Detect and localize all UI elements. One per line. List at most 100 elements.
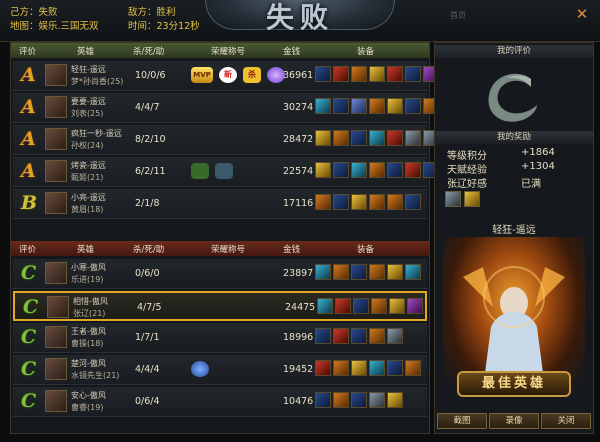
- equipment-item-icon[interactable]: [333, 130, 349, 146]
- equipment-item-icon[interactable]: [405, 130, 421, 146]
- kda-value: 4/7/5: [137, 302, 162, 313]
- equipment-item-icon[interactable]: [369, 194, 385, 210]
- equipment-item-icon[interactable]: [315, 328, 331, 344]
- result-emblem: 失败: [205, 0, 395, 34]
- equipment-item-icon[interactable]: [315, 264, 331, 280]
- equipment-item-icon[interactable]: [389, 298, 405, 314]
- close-icon[interactable]: ✕: [574, 6, 590, 22]
- equipment-item-icon[interactable]: [317, 298, 333, 314]
- reward-affinity: 张辽好感 已满: [447, 175, 541, 190]
- equipment-item-icon[interactable]: [387, 98, 403, 114]
- equipment-item-icon[interactable]: [405, 360, 421, 376]
- equipment-item-icon[interactable]: [387, 162, 403, 178]
- my-side-result: 己方：失败: [10, 7, 58, 18]
- equipment-item-icon[interactable]: [351, 162, 367, 178]
- equipment-item-icon[interactable]: [369, 66, 385, 82]
- equipment-item-icon[interactable]: [387, 66, 403, 82]
- player-row[interactable]: C 相惜-傲风 张辽(21) 4/7/5 24475: [13, 291, 427, 321]
- equipment-item-icon[interactable]: [387, 194, 403, 210]
- col-equip: 装备: [357, 245, 375, 255]
- equipment-item-icon[interactable]: [387, 328, 403, 344]
- equipment-item-icon[interactable]: [351, 130, 367, 146]
- equipment-item-icon[interactable]: [387, 360, 403, 376]
- honor-sha-icon[interactable]: 杀: [243, 67, 261, 83]
- equipment-item-icon[interactable]: [315, 66, 331, 82]
- gold-value: 22574: [283, 166, 314, 177]
- gold-value: 17116: [283, 198, 314, 209]
- reward-items: [445, 191, 480, 207]
- equipment-item-icon[interactable]: [315, 130, 331, 146]
- player-row[interactable]: B 小亮-遥远 黄眉(18) 2/1/8 17116: [13, 189, 427, 219]
- equipment-item-icon[interactable]: [405, 98, 421, 114]
- equipment-item-icon[interactable]: [351, 360, 367, 376]
- player-row[interactable]: C 小寒-傲风 乐进(19) 0/6/0 23897: [13, 259, 427, 289]
- honor-shield-icon[interactable]: [215, 163, 233, 179]
- player-row[interactable]: A 烤瓷-遥远 甄姬(21) 6/2/11 22574: [13, 157, 439, 187]
- equipment-item-icon[interactable]: [351, 328, 367, 344]
- hero-avatar: [45, 390, 67, 412]
- equipment-item-icon[interactable]: [333, 66, 349, 82]
- honor-blue-icon[interactable]: [191, 361, 209, 377]
- hero-name: 水镜先生(21): [71, 371, 120, 380]
- equipment-item-icon[interactable]: [405, 194, 421, 210]
- col-hero: 英雄: [77, 47, 95, 57]
- close-button[interactable]: 关闭: [541, 413, 591, 429]
- equipment-item-icon[interactable]: [405, 162, 421, 178]
- equipment-item-icon[interactable]: [333, 194, 349, 210]
- equipment-item-icon[interactable]: [369, 360, 385, 376]
- equipment-item-icon[interactable]: [351, 66, 367, 82]
- player-name: 楚河-傲风: [71, 359, 106, 368]
- hero-name: 黄眉(18): [71, 205, 104, 214]
- equipment-item-icon[interactable]: [333, 98, 349, 114]
- equipment-item-icon[interactable]: [387, 392, 403, 408]
- equipment-item-icon[interactable]: [353, 298, 369, 314]
- player-row[interactable]: C 安心-傲风 曹睿(19) 0/6/4 10476: [13, 387, 427, 417]
- equipment-item-icon[interactable]: [335, 298, 351, 314]
- equipment-item-icon[interactable]: [351, 98, 367, 114]
- equipment-item-icon[interactable]: [333, 264, 349, 280]
- equipment-item-icon[interactable]: [315, 162, 331, 178]
- player-name: 烤瓷-遥远: [71, 161, 106, 170]
- equipment-item-icon[interactable]: [351, 392, 367, 408]
- honor-new-icon[interactable]: 新: [219, 67, 237, 83]
- equipment-list: [315, 360, 421, 376]
- equipment-item-icon[interactable]: [315, 194, 331, 210]
- equipment-item-icon[interactable]: [315, 98, 331, 114]
- reward-item-icon[interactable]: [445, 191, 461, 207]
- equipment-item-icon[interactable]: [333, 360, 349, 376]
- equipment-item-icon[interactable]: [369, 392, 385, 408]
- player-row[interactable]: C 王者-傲风 曹操(18) 1/7/1 18996: [13, 323, 427, 353]
- equipment-item-icon[interactable]: [369, 162, 385, 178]
- equipment-item-icon[interactable]: [387, 130, 403, 146]
- equipment-item-icon[interactable]: [405, 66, 421, 82]
- reward-item-icon[interactable]: [464, 191, 480, 207]
- equipment-item-icon[interactable]: [315, 360, 331, 376]
- equipment-item-icon[interactable]: [407, 298, 423, 314]
- honor-mvp-icon[interactable]: MVP: [191, 67, 213, 83]
- equipment-item-icon[interactable]: [405, 264, 421, 280]
- equipment-item-icon[interactable]: [315, 392, 331, 408]
- equipment-item-icon[interactable]: [351, 194, 367, 210]
- player-row[interactable]: A 疯狂一秒-遥远 孙权(24) 8/2/10 28472: [13, 125, 439, 155]
- equipment-item-icon[interactable]: [371, 298, 387, 314]
- honor-list: MVP 新杀: [191, 67, 285, 85]
- replay-button[interactable]: 录像: [489, 413, 539, 429]
- honor-gleaf-icon[interactable]: [191, 163, 209, 179]
- equipment-item-icon[interactable]: [369, 130, 385, 146]
- equipment-item-icon[interactable]: [351, 264, 367, 280]
- screenshot-button[interactable]: 截图: [437, 413, 487, 429]
- col-kda: 杀/死/助: [133, 47, 165, 57]
- equipment-list: [317, 298, 423, 314]
- grade-badge: C: [23, 296, 39, 318]
- equipment-item-icon[interactable]: [333, 392, 349, 408]
- equipment-item-icon[interactable]: [369, 98, 385, 114]
- best-player-name: 轻狂-遥远: [492, 225, 536, 236]
- equipment-item-icon[interactable]: [333, 162, 349, 178]
- equipment-item-icon[interactable]: [369, 264, 385, 280]
- player-row[interactable]: A 要要-遥远 刘表(25) 4/4/7 30274: [13, 93, 439, 123]
- player-row[interactable]: A 轻狂-遥远 梦*孙尚香(25) 10/0/6 MVP 新杀 36961: [13, 61, 439, 91]
- equipment-item-icon[interactable]: [333, 328, 349, 344]
- equipment-item-icon[interactable]: [387, 264, 403, 280]
- equipment-item-icon[interactable]: [369, 328, 385, 344]
- player-row[interactable]: C 楚河-傲风 水镜先生(21) 4/4/4 19452: [13, 355, 427, 385]
